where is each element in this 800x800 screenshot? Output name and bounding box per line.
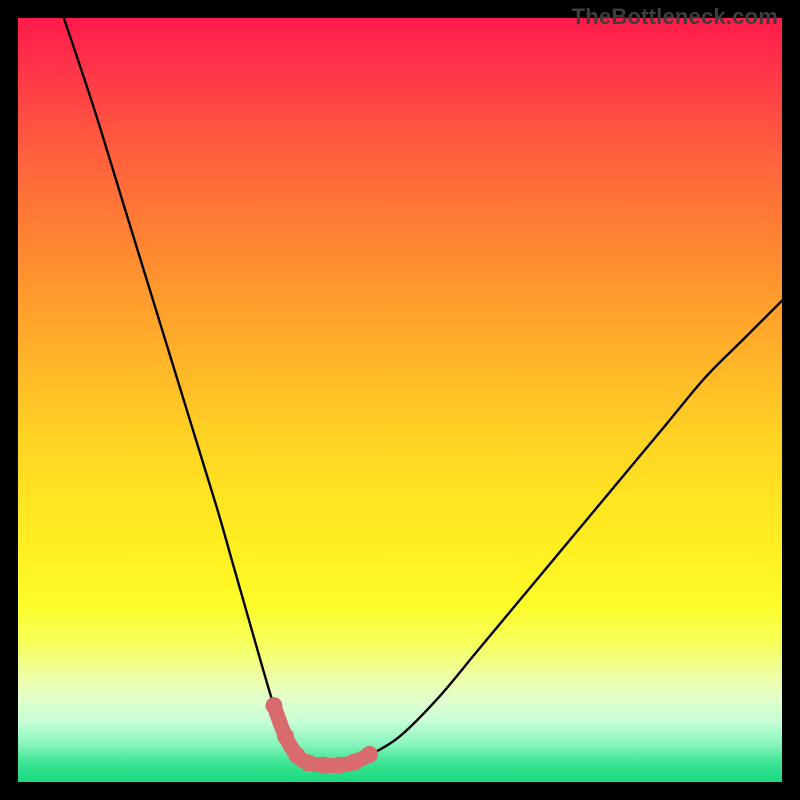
marker-dot (315, 757, 332, 774)
marker-dot (346, 754, 363, 771)
marker-dot (330, 757, 347, 774)
marker-dot (361, 746, 378, 763)
outer-frame: TheBottleneck.com (0, 0, 800, 800)
plot-area (18, 18, 782, 782)
bottleneck-curve (64, 18, 782, 766)
chart-svg (18, 18, 782, 782)
marker-dot (277, 728, 294, 745)
watermark-text: TheBottleneck.com (572, 4, 778, 30)
marker-dot (265, 697, 282, 714)
marker-dot (300, 754, 317, 771)
